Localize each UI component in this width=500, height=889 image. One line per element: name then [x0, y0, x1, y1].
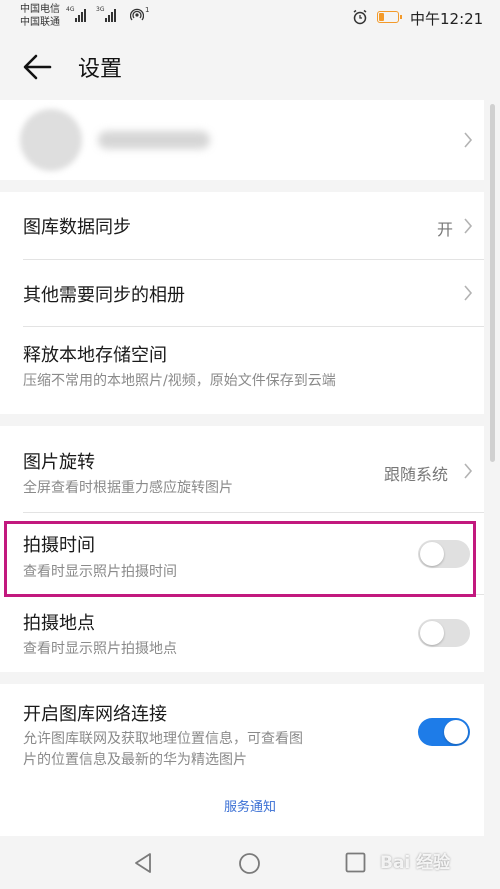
- shot-location-toggle[interactable]: [418, 619, 470, 647]
- account-card[interactable]: [0, 100, 484, 180]
- shot-location-row: 拍摄地点 查看时显示照片拍摄地点: [0, 595, 484, 672]
- sync-card: 图库数据同步 开 其他需要同步的相册 释放本地存储空间 压缩不常用的本地照片/视…: [0, 192, 484, 414]
- other-albums-label: 其他需要同步的相册: [23, 285, 185, 306]
- hotspot-count: 1: [145, 6, 150, 14]
- rotation-label: 图片旋转: [23, 452, 95, 473]
- carrier-2: 中国联通: [20, 17, 60, 28]
- carrier-1: 中国电信: [20, 4, 60, 15]
- carrier-names: 中国电信 中国联通: [20, 3, 60, 29]
- network-desc-line-2: 片的位置信息及最新的华为精选图片: [23, 752, 247, 768]
- network-toggle[interactable]: [418, 718, 470, 746]
- chevron-right-icon: [464, 218, 473, 234]
- page-title: 设置: [78, 57, 123, 82]
- status-bar: 中国电信 中国联通 4G 3G 1 中午12:21: [0, 0, 500, 36]
- network-desc-line-1: 允许图库联网及获取地理位置信息，可查看图: [23, 731, 303, 747]
- status-time: 中午12:21: [410, 10, 484, 28]
- chevron-right-icon: [464, 285, 473, 301]
- triangle-back-icon[interactable]: [133, 852, 153, 874]
- shot-location-label: 拍摄地点: [23, 613, 95, 634]
- rotation-desc: 全屏查看时根据重力感应旋转图片: [23, 480, 233, 496]
- free-storage-desc: 压缩不常用的本地照片/视频，原始文件保存到云端: [23, 373, 336, 389]
- network-label: 开启图库网络连接: [23, 704, 167, 725]
- hotspot-icon: [130, 8, 144, 21]
- network-row: 开启图库网络连接 允许图库联网及获取地理位置信息，可查看图 片的位置信息及最新的…: [0, 684, 484, 784]
- free-storage-label: 释放本地存储空间: [23, 345, 167, 366]
- square-recents-icon[interactable]: [345, 852, 366, 873]
- chevron-right-icon: [464, 132, 473, 148]
- battery-icon: [377, 11, 402, 23]
- gallery-sync-row[interactable]: 图库数据同步 开: [0, 192, 484, 259]
- shot-location-desc: 查看时显示照片拍摄地点: [23, 641, 177, 657]
- gallery-sync-value: 开: [437, 220, 454, 239]
- alarm-icon: [353, 9, 367, 25]
- chevron-right-icon: [464, 463, 473, 479]
- service-notice-link[interactable]: 服务通知: [0, 796, 500, 815]
- free-storage-row[interactable]: 释放本地存储空间 压缩不常用的本地照片/视频，原始文件保存到云端: [0, 327, 484, 414]
- circle-home-icon[interactable]: [238, 852, 261, 875]
- scrollbar[interactable]: [490, 104, 495, 462]
- account-name-blurred: [98, 131, 210, 149]
- app-bar: 设置: [0, 36, 500, 100]
- watermark: Bai 经验: [380, 853, 451, 873]
- rotation-value: 跟随系统: [384, 465, 449, 484]
- avatar: [20, 109, 82, 171]
- arrow-left-icon[interactable]: [22, 52, 52, 82]
- gallery-sync-label: 图库数据同步: [23, 217, 131, 238]
- highlight-box: [4, 521, 476, 597]
- rotation-row[interactable]: 图片旋转 全屏查看时根据重力感应旋转图片 跟随系统: [0, 426, 484, 512]
- other-albums-row[interactable]: 其他需要同步的相册: [0, 260, 484, 326]
